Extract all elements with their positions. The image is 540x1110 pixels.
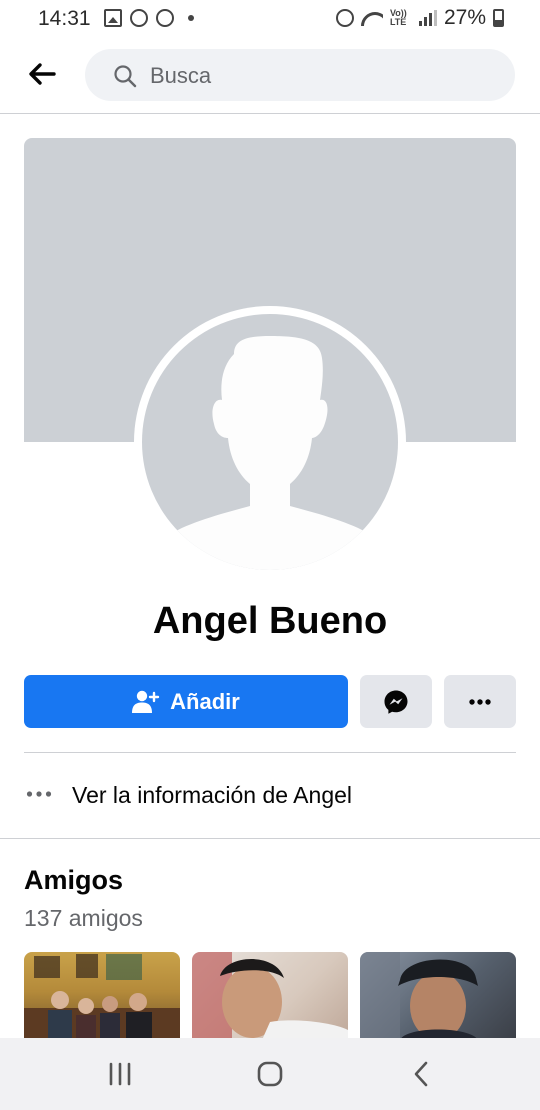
messenger-icon (384, 690, 408, 714)
add-friend-label: Añadir (170, 688, 240, 714)
whatsapp-icon (130, 9, 148, 27)
pinterest-icon (156, 9, 174, 27)
status-indicators: Vo)) LTE 27% (335, 6, 504, 30)
volte-badge: Vo)) LTE (389, 8, 407, 27)
more-horizontal-icon (26, 791, 52, 797)
more-notifications-icon (188, 15, 194, 21)
recent-apps-button[interactable] (100, 1056, 140, 1092)
status-time: 14:31 (38, 7, 91, 30)
alarm-icon (335, 9, 354, 27)
more-options-button[interactable] (444, 675, 516, 728)
friends-count: 137 amigos (24, 905, 143, 931)
friend-photo-tile[interactable] (360, 952, 516, 1040)
profile-name: Angel Bueno (152, 600, 388, 642)
friend-photo (24, 954, 180, 1040)
friend-photo (360, 952, 478, 1040)
friends-section-title[interactable]: Amigos (24, 865, 123, 896)
about-info-label: Ver la información de Angel (72, 782, 353, 808)
recent-apps-icon (109, 1062, 131, 1086)
battery-percent: 27% (443, 6, 486, 29)
home-button[interactable] (250, 1056, 290, 1092)
more-dots-icon (469, 698, 491, 705)
back-button[interactable] (26, 58, 58, 90)
search-icon (114, 65, 137, 88)
arrow-left-icon (29, 63, 56, 85)
status-bar: 14:31 Vo)) LTE 27% (0, 0, 540, 38)
about-info-row[interactable]: Ver la información de Angel (0, 770, 540, 822)
top-bar: Busca (0, 38, 540, 114)
chevron-left-icon (414, 1061, 428, 1087)
wifi-icon (361, 10, 383, 26)
divider (24, 752, 516, 753)
signal-icon (418, 10, 437, 26)
person-plus-icon (132, 690, 160, 713)
system-navigation-bar (0, 1038, 540, 1110)
profile-picture[interactable] (134, 306, 406, 578)
home-icon (257, 1061, 283, 1087)
battery-icon (493, 9, 504, 27)
search-placeholder: Busca (150, 63, 212, 88)
section-divider (0, 838, 540, 839)
add-friend-button[interactable]: Añadir (24, 675, 348, 728)
search-input[interactable]: Busca (85, 49, 515, 101)
gallery-icon (104, 9, 122, 27)
avatar (142, 314, 398, 570)
system-back-button[interactable] (402, 1056, 442, 1092)
friend-photo-tile[interactable] (192, 952, 348, 1040)
default-person-silhouette-icon (168, 336, 372, 570)
friend-photo (192, 952, 348, 1040)
notification-icons (104, 9, 194, 27)
friend-photo-tile[interactable] (24, 952, 180, 1040)
message-button[interactable] (360, 675, 432, 728)
